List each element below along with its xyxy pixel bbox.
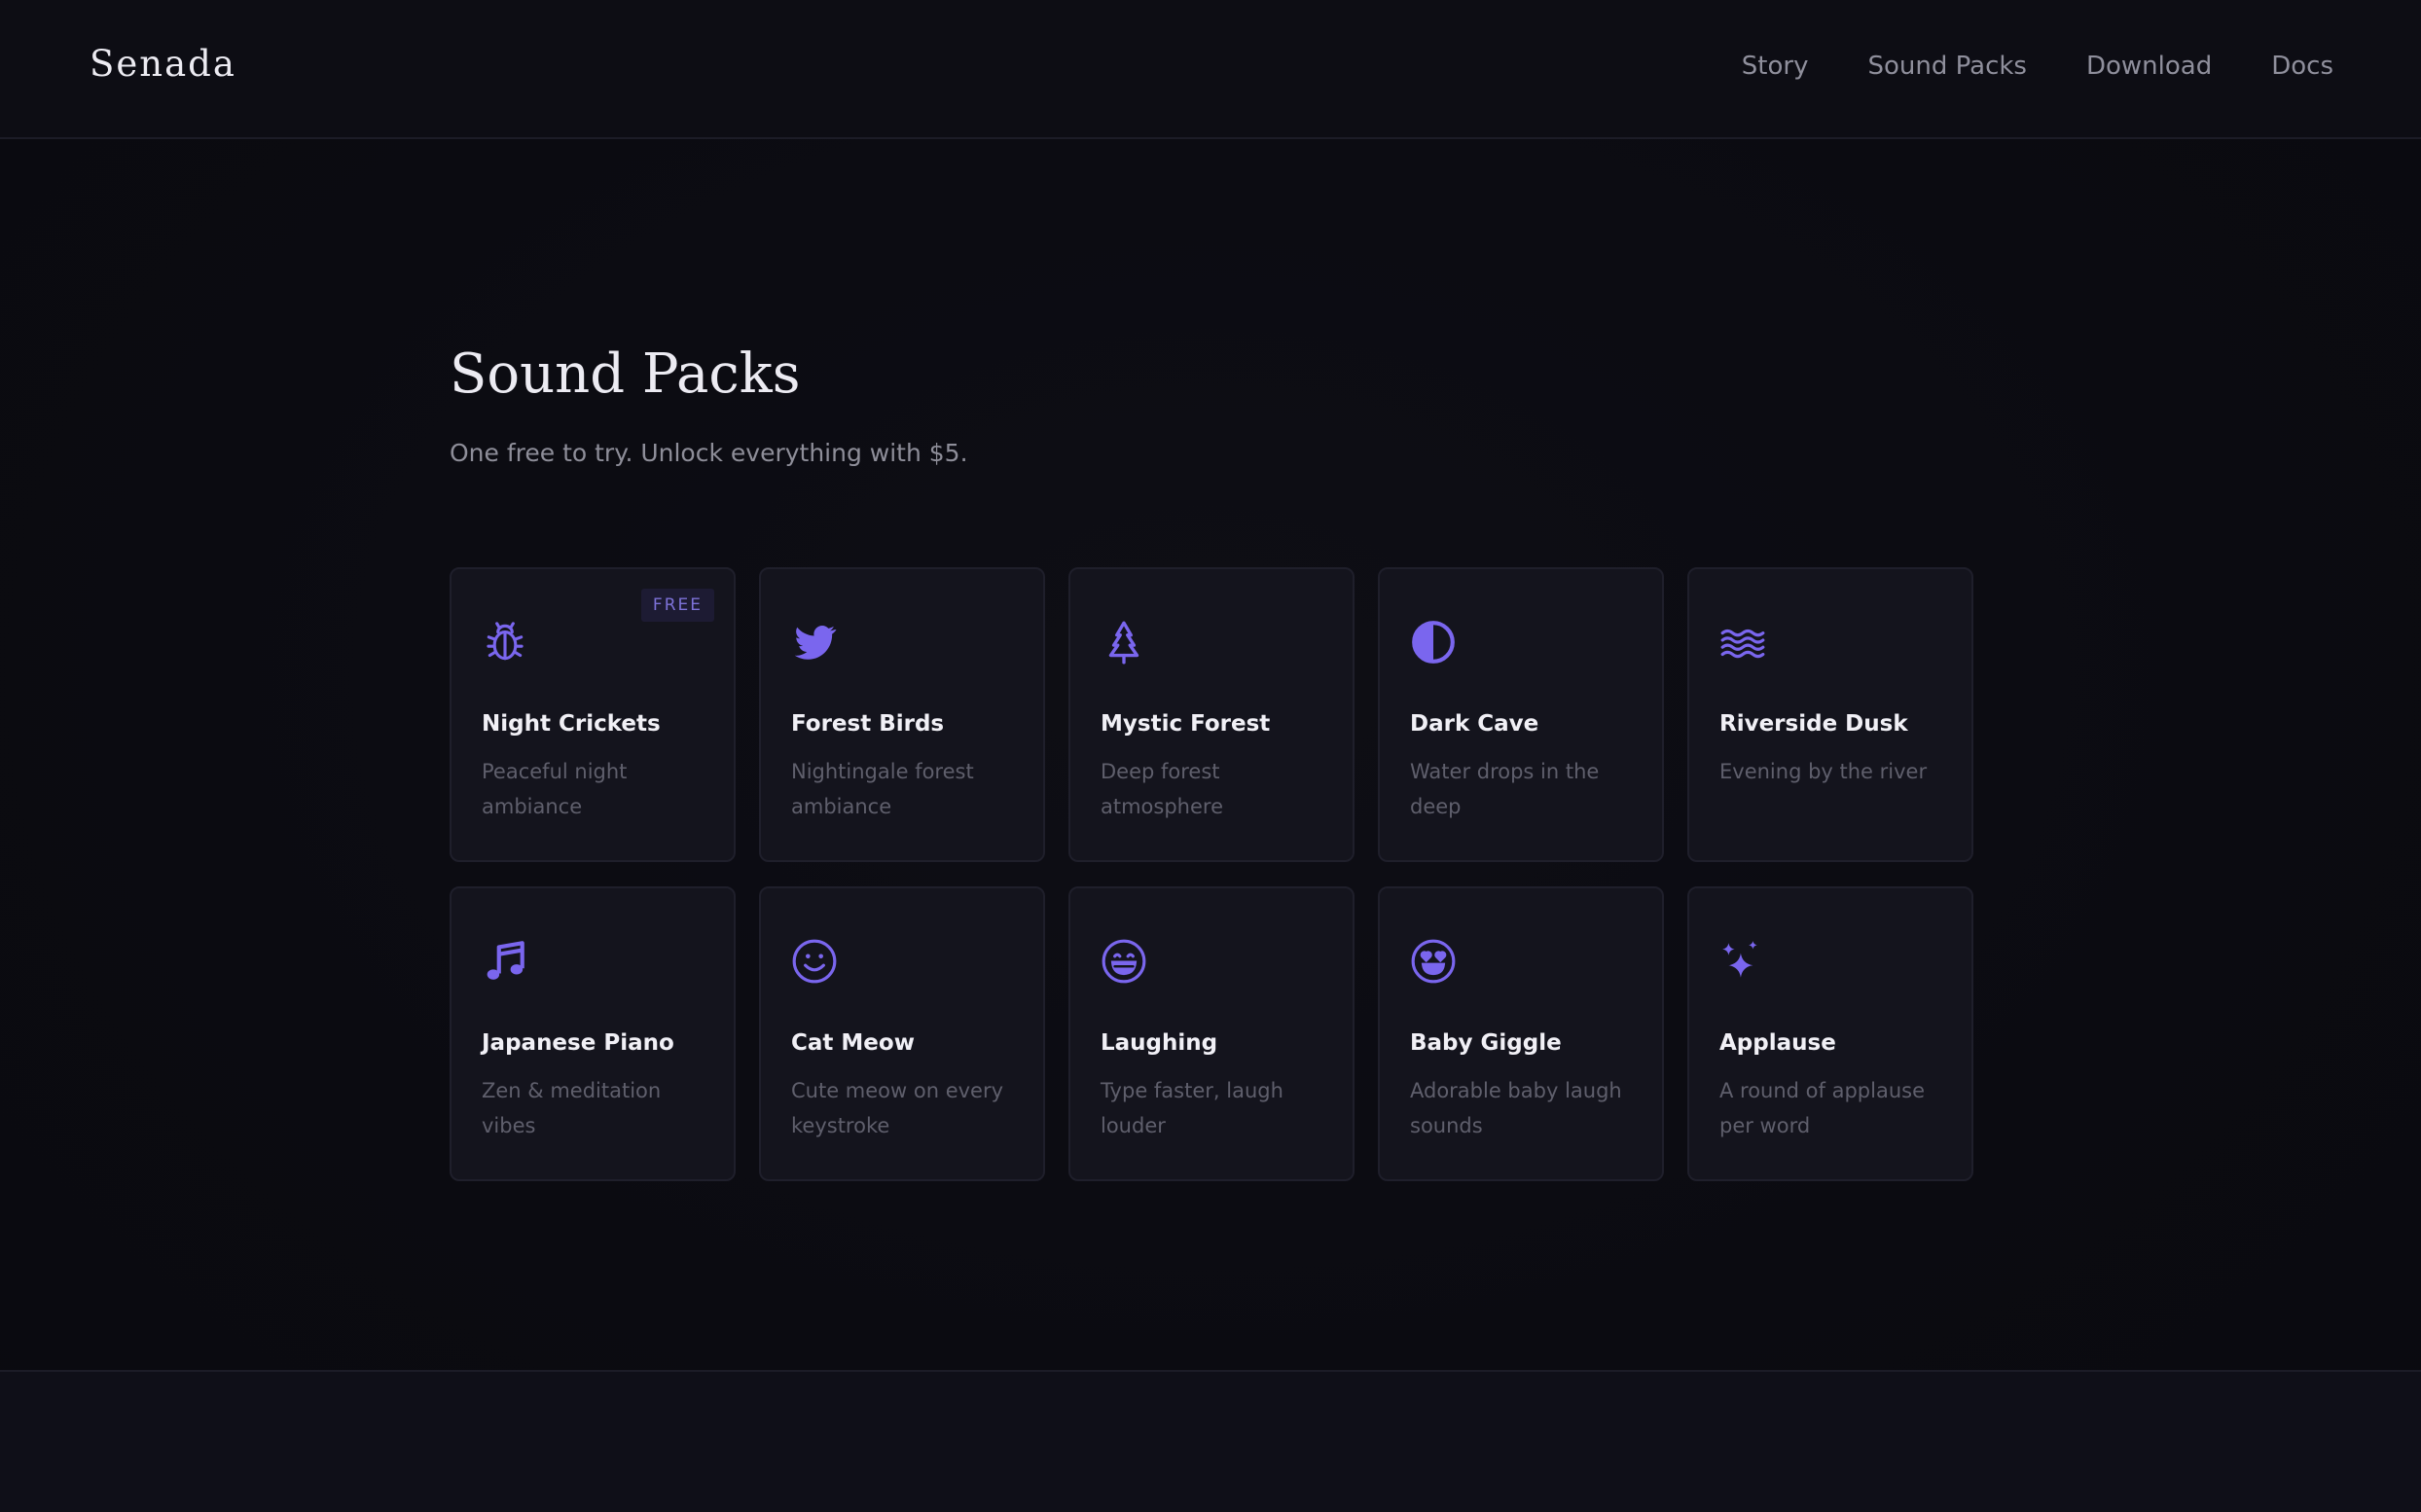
pack-name: Cat Meow xyxy=(791,1030,915,1056)
pack-description: Deep forest atmosphere xyxy=(1101,760,1223,818)
pack-card-dark-cave[interactable]: Dark Cave Water drops in the deep xyxy=(1378,567,1664,862)
nav-download[interactable]: Download xyxy=(2086,47,2212,86)
pack-card-japanese-piano[interactable]: Japanese Piano Zen & meditation vibes xyxy=(450,886,736,1181)
site-header: Senada Story Sound Packs Download Docs xyxy=(0,0,2421,139)
pack-description: Cute meow on every keystroke xyxy=(791,1079,1004,1137)
laugh-icon xyxy=(1100,937,1148,986)
page: Senada Story Sound Packs Download Docs S… xyxy=(0,0,2421,1512)
heart-eyes-icon xyxy=(1409,937,1458,986)
pack-name: Laughing xyxy=(1101,1030,1218,1056)
half-circle-icon xyxy=(1409,618,1458,666)
pack-card-mystic-forest[interactable]: Mystic Forest Deep forest atmosphere xyxy=(1068,567,1355,862)
pack-name: Baby Giggle xyxy=(1410,1030,1562,1056)
pack-card-cat-meow[interactable]: Cat Meow Cute meow on every keystroke xyxy=(759,886,1045,1181)
pack-name: Night Crickets xyxy=(482,711,661,737)
nav-docs[interactable]: Docs xyxy=(2271,47,2333,86)
logo[interactable]: Senada xyxy=(90,39,236,90)
bird-icon xyxy=(790,618,839,666)
pack-description: A round of applause per word xyxy=(1719,1079,1926,1137)
pack-description: Adorable baby laugh sounds xyxy=(1410,1079,1622,1137)
waves-icon xyxy=(1718,618,1767,666)
pack-description: Zen & meditation vibes xyxy=(482,1079,662,1137)
pack-card-riverside-dusk[interactable]: Riverside Dusk Evening by the river xyxy=(1687,567,1973,862)
pack-description: Type faster, laugh louder xyxy=(1101,1079,1283,1137)
nav-sound-packs[interactable]: Sound Packs xyxy=(1867,47,2026,86)
pack-description: Peaceful night ambiance xyxy=(482,760,628,818)
pack-card-baby-giggle[interactable]: Baby Giggle Adorable baby laugh sounds xyxy=(1378,886,1664,1181)
page-subtitle: One free to try. Unlock everything with … xyxy=(450,439,968,467)
site-footer xyxy=(0,1370,2421,1512)
pack-name: Applause xyxy=(1719,1030,1836,1056)
pack-name: Mystic Forest xyxy=(1101,711,1271,737)
pack-card-night-crickets[interactable]: FREE Night Crickets Peaceful night ambia… xyxy=(450,567,736,862)
pack-description: Nightingale forest ambiance xyxy=(791,760,974,818)
pack-name: Riverside Dusk xyxy=(1719,711,1908,737)
sound-packs-section: Sound Packs One free to try. Unlock ever… xyxy=(450,331,1975,1181)
pack-description: Evening by the river xyxy=(1719,760,1928,783)
tree-icon xyxy=(1100,618,1148,666)
bug-icon xyxy=(481,618,529,666)
nav-story[interactable]: Story xyxy=(1742,47,1809,86)
pack-description: Water drops in the deep xyxy=(1410,760,1600,818)
main-nav: Story Sound Packs Download Docs xyxy=(1742,47,2333,86)
pack-card-laughing[interactable]: Laughing Type faster, laugh louder xyxy=(1068,886,1355,1181)
pack-name: Dark Cave xyxy=(1410,711,1539,737)
pack-card-forest-birds[interactable]: Forest Birds Nightingale forest ambiance xyxy=(759,567,1045,862)
free-badge: FREE xyxy=(640,589,714,622)
pack-name: Forest Birds xyxy=(791,711,945,737)
pack-grid: FREE Night Crickets Peaceful night ambia… xyxy=(450,567,1973,1181)
page-title: Sound Packs xyxy=(450,342,801,406)
sparkles-icon xyxy=(1718,937,1767,986)
pack-card-applause[interactable]: Applause A round of applause per word xyxy=(1687,886,1973,1181)
music-note-icon xyxy=(481,937,529,986)
smile-icon xyxy=(790,937,839,986)
pack-name: Japanese Piano xyxy=(482,1030,674,1056)
